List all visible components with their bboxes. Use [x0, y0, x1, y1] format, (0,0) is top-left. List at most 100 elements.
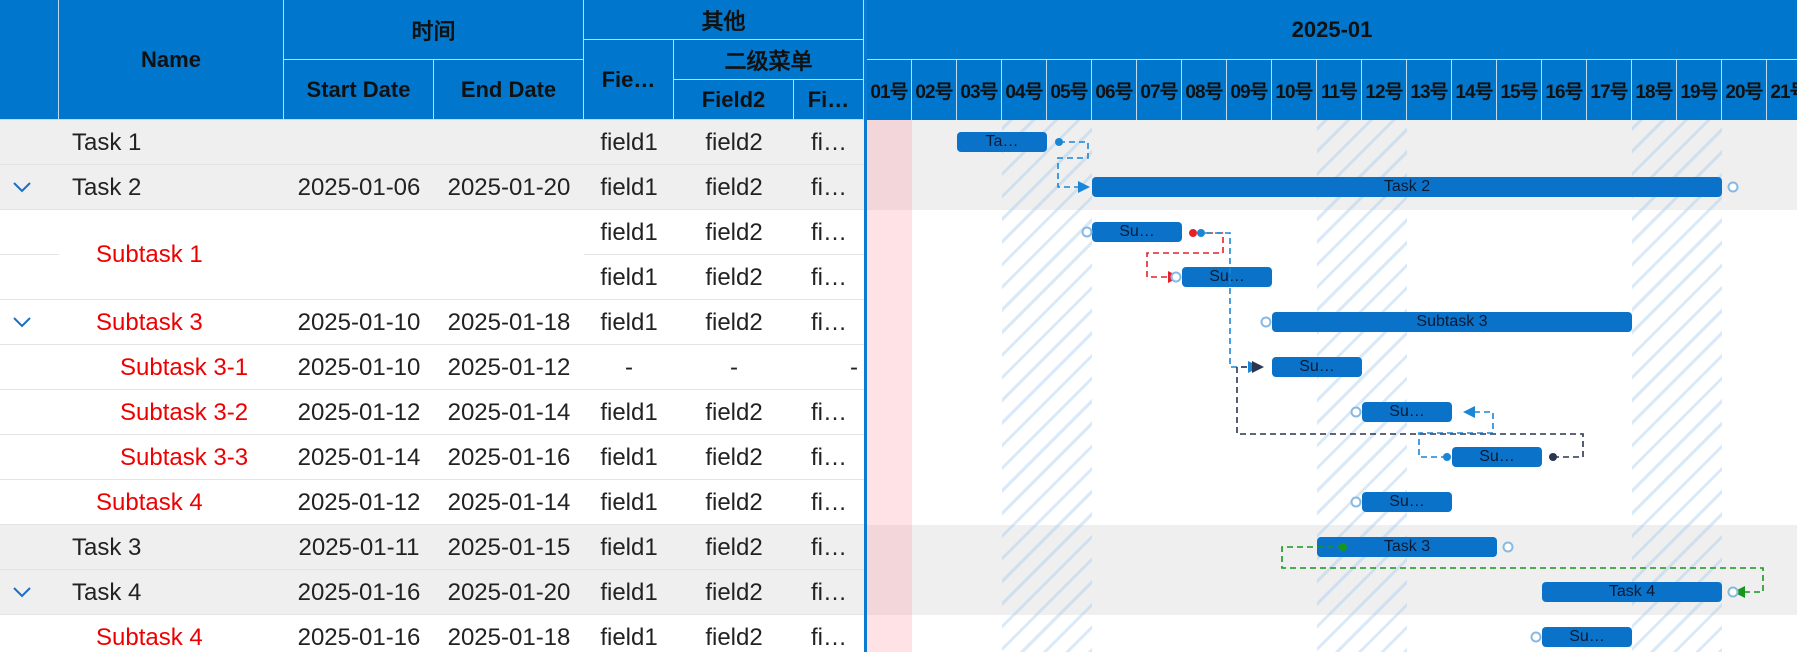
- header-field3[interactable]: Fi…: [794, 80, 864, 120]
- task-field2[interactable]: field2: [674, 210, 794, 255]
- gantt-bar[interactable]: Su…: [1362, 402, 1452, 422]
- task-field1[interactable]: field1: [584, 480, 674, 525]
- gantt-bar[interactable]: Su…: [1452, 447, 1542, 467]
- task-end-date[interactable]: [434, 120, 584, 165]
- task-field1[interactable]: field1: [584, 615, 674, 652]
- task-name[interactable]: Subtask 3: [96, 300, 282, 345]
- header-submenu-group: 二级菜单: [674, 40, 864, 80]
- task-start-date[interactable]: 2025-01-10: [284, 300, 434, 345]
- task-field3[interactable]: fi…: [794, 570, 864, 615]
- task-field3[interactable]: fi…: [794, 300, 864, 345]
- task-start-date[interactable]: 2025-01-11: [284, 525, 434, 570]
- task-field1[interactable]: field1: [584, 165, 674, 210]
- task-field1[interactable]: -: [584, 345, 674, 390]
- task-field2[interactable]: field2: [674, 255, 794, 300]
- timeline-month-header: 2025-01: [867, 0, 1797, 60]
- task-name[interactable]: Subtask 3-3: [120, 435, 282, 480]
- task-name[interactable]: Subtask 3-2: [120, 390, 282, 435]
- task-field3[interactable]: fi…: [794, 165, 864, 210]
- task-start-date[interactable]: 2025-01-14: [284, 435, 434, 480]
- task-start-date[interactable]: [284, 120, 434, 165]
- task-name[interactable]: Subtask 4: [96, 480, 282, 525]
- gantt-bar[interactable]: Task 4: [1542, 582, 1722, 602]
- task-field1[interactable]: field1: [584, 570, 674, 615]
- gantt-bar[interactable]: Su…: [1362, 492, 1452, 512]
- task-start-date[interactable]: 2025-01-12: [284, 390, 434, 435]
- header-end-date[interactable]: End Date: [434, 60, 584, 120]
- collapse-task-2-chevron-icon[interactable]: [10, 175, 34, 199]
- task-field2[interactable]: field2: [674, 615, 794, 652]
- task-end-date[interactable]: 2025-01-18: [434, 300, 584, 345]
- header-name[interactable]: Name: [59, 0, 284, 120]
- header-field2[interactable]: Field2: [674, 80, 794, 120]
- task-start-date[interactable]: 2025-01-16: [284, 570, 434, 615]
- task-field1[interactable]: field1: [584, 435, 674, 480]
- gantt-bar[interactable]: Task 3: [1317, 537, 1497, 557]
- day-header: 04号: [1002, 60, 1047, 120]
- subtask-1-indent-line: [0, 254, 59, 255]
- task-field1[interactable]: field1: [584, 300, 674, 345]
- task-name[interactable]: Task 2: [72, 165, 282, 210]
- task-field3[interactable]: fi…: [794, 525, 864, 570]
- task-end-date[interactable]: 2025-01-14: [434, 390, 584, 435]
- task-field2[interactable]: field2: [674, 480, 794, 525]
- task-field2[interactable]: -: [674, 345, 794, 390]
- task-end-date[interactable]: 2025-01-15: [434, 525, 584, 570]
- gantt-bar[interactable]: Ta…: [957, 132, 1047, 152]
- task-name[interactable]: Task 1: [72, 120, 282, 165]
- task-field2[interactable]: field2: [674, 165, 794, 210]
- collapse-subtask-3-chevron-icon[interactable]: [10, 310, 34, 334]
- gantt-bar[interactable]: Subtask 3: [1272, 312, 1632, 332]
- header-start-date[interactable]: Start Date: [284, 60, 434, 120]
- task-name[interactable]: Task 3: [72, 525, 282, 570]
- gantt-bar[interactable]: Task 2: [1092, 177, 1722, 197]
- task-field3[interactable]: fi…: [794, 615, 864, 652]
- task-name[interactable]: Subtask 3-1: [120, 345, 282, 390]
- task-field2[interactable]: field2: [674, 390, 794, 435]
- link-dot: [1549, 453, 1557, 461]
- task-name[interactable]: Subtask 4: [96, 615, 282, 652]
- task-field3[interactable]: fi…: [794, 120, 864, 165]
- day-header: 21号: [1767, 60, 1797, 120]
- task-end-date[interactable]: 2025-01-14: [434, 480, 584, 525]
- task-field1[interactable]: field1: [584, 120, 674, 165]
- task-start-date[interactable]: 2025-01-12: [284, 480, 434, 525]
- task-end-date[interactable]: 2025-01-18: [434, 615, 584, 652]
- task-end-date[interactable]: 2025-01-20: [434, 570, 584, 615]
- task-field3[interactable]: fi…: [794, 255, 864, 300]
- task-field1[interactable]: field1: [584, 255, 674, 300]
- header-field1[interactable]: Fie…: [584, 40, 674, 120]
- gantt-bar[interactable]: Su…: [1272, 357, 1362, 377]
- task-field3[interactable]: fi…: [794, 480, 864, 525]
- task-field1[interactable]: field1: [584, 525, 674, 570]
- task-end-date[interactable]: 2025-01-20: [434, 165, 584, 210]
- task-start-date[interactable]: 2025-01-16: [284, 615, 434, 652]
- task-field1[interactable]: field1: [584, 210, 674, 255]
- task-start-date[interactable]: 2025-01-10: [284, 345, 434, 390]
- task-field2[interactable]: field2: [674, 120, 794, 165]
- task-end-date[interactable]: 2025-01-16: [434, 435, 584, 480]
- task-field3[interactable]: fi…: [794, 435, 864, 480]
- day-header: 12号: [1362, 60, 1407, 120]
- task-name[interactable]: Subtask 1: [96, 210, 282, 300]
- task-field2[interactable]: field2: [674, 300, 794, 345]
- task-end-date[interactable]: [434, 210, 584, 300]
- task-field3[interactable]: fi…: [794, 390, 864, 435]
- task-start-date[interactable]: [284, 210, 434, 300]
- task-field3[interactable]: fi…: [794, 210, 864, 255]
- task-name[interactable]: Task 4: [72, 570, 282, 615]
- day-header: 09号: [1227, 60, 1272, 120]
- task-field3[interactable]: -: [794, 345, 858, 390]
- task-field2[interactable]: field2: [674, 435, 794, 480]
- task-end-date[interactable]: 2025-01-12: [434, 345, 584, 390]
- gantt-bar[interactable]: Su…: [1182, 267, 1272, 287]
- weekend-band: [1317, 120, 1407, 652]
- task-start-date[interactable]: 2025-01-06: [284, 165, 434, 210]
- gantt-bar[interactable]: Su…: [1542, 627, 1632, 647]
- task-field1[interactable]: field1: [584, 390, 674, 435]
- task-field2[interactable]: field2: [674, 525, 794, 570]
- day-header: 20号: [1722, 60, 1767, 120]
- collapse-task-4-chevron-icon[interactable]: [10, 580, 34, 604]
- gantt-bar[interactable]: Su…: [1092, 222, 1182, 242]
- task-field2[interactable]: field2: [674, 570, 794, 615]
